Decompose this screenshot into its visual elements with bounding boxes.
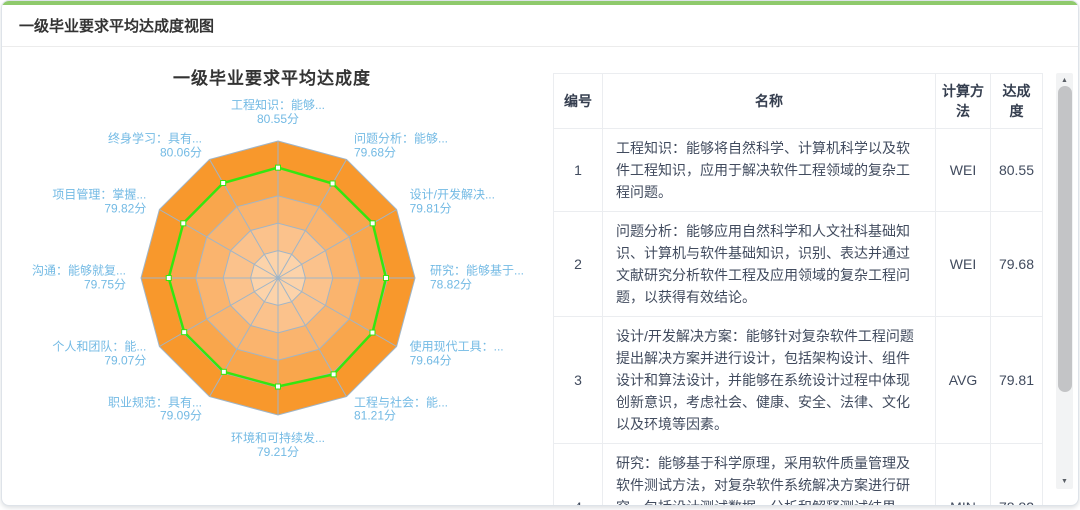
table-header-cell: 计算方法 xyxy=(936,74,991,129)
radar-data-point xyxy=(370,221,375,226)
radar-axis-label: 项目管理：掌握...79.82分 xyxy=(52,189,146,216)
radar-axis-name: 环境和可持续发... xyxy=(231,431,325,445)
table-header-cell: 编号 xyxy=(554,74,603,129)
requirements-table-panel: 编号名称计算方法达成度 1工程知识：能够将自然科学、计算机科学以及软件工程知识，… xyxy=(553,73,1042,506)
table-cell-no: 4 xyxy=(554,444,603,507)
table-cell-method: WEI xyxy=(936,129,991,212)
table-cell-name: 工程知识：能够将自然科学、计算机科学以及软件工程知识，应用于解决软件工程领域的复… xyxy=(603,129,936,212)
card-header: 一级毕业要求平均达成度视图 xyxy=(2,5,1078,47)
radar-data-point xyxy=(221,181,226,186)
table-cell-no: 3 xyxy=(554,317,603,444)
radar-axis-score: 79.82分 xyxy=(52,202,146,216)
requirements-table: 编号名称计算方法达成度 1工程知识：能够将自然科学、计算机科学以及软件工程知识，… xyxy=(553,73,1043,506)
radar-data-point xyxy=(383,276,388,281)
table-cell-method: AVG xyxy=(936,317,991,444)
radar-axis-score: 81.21分 xyxy=(354,410,448,424)
table-scrollbar[interactable]: ▲ ▼ xyxy=(1056,73,1073,489)
table-header-cell: 名称 xyxy=(603,74,936,129)
radar-axis-label: 职业规范：具有...79.09分 xyxy=(108,396,202,423)
table-cell-score: 79.68 xyxy=(991,212,1043,317)
radar-data-point xyxy=(330,181,335,186)
table-cell-score: 79.81 xyxy=(991,317,1043,444)
radar-data-point xyxy=(331,372,336,377)
scrollbar-thumb[interactable] xyxy=(1058,86,1072,392)
radar-axis-label: 沟通：能够就复...79.75分 xyxy=(32,265,126,292)
table-cell-name: 研究：能够基于科学原理，采用软件质量管理及软件测试方法，对复杂软件系统解决方案进… xyxy=(603,444,936,507)
dashboard-card: 一级毕业要求平均达成度视图 一级毕业要求平均达成度 工程知识：能够...80.5… xyxy=(1,0,1079,506)
scroll-down-icon[interactable]: ▼ xyxy=(1056,474,1073,489)
radar-axis-score: 79.07分 xyxy=(52,354,146,368)
radar-axis-label: 工程知识：能够...80.55分 xyxy=(231,99,325,126)
radar-axis-label: 个人和团队：能...79.07分 xyxy=(52,341,146,368)
radar-axis-score: 80.55分 xyxy=(231,113,325,127)
radar-chart-panel: 一级毕业要求平均达成度 工程知识：能够...80.55分问题分析：能够...79… xyxy=(2,47,542,506)
radar-data-point xyxy=(181,221,186,226)
radar-center-dot xyxy=(276,276,280,280)
radar-axis-name: 个人和团队：能... xyxy=(52,340,146,354)
table-cell-score: 80.55 xyxy=(991,129,1043,212)
radar-axis-score: 79.09分 xyxy=(108,410,202,424)
radar-axis-name: 问题分析：能够... xyxy=(354,132,448,146)
radar-data-point xyxy=(166,276,171,281)
radar-axis-score: 79.68分 xyxy=(354,146,448,160)
radar-axis-name: 终身学习：具有... xyxy=(108,132,202,146)
table-cell-no: 2 xyxy=(554,212,603,317)
table-row: 1工程知识：能够将自然科学、计算机科学以及软件工程知识，应用于解决软件工程领域的… xyxy=(554,129,1043,212)
radar-data-point xyxy=(276,165,281,170)
radar-axis-label: 终身学习：具有...80.06分 xyxy=(108,133,202,160)
table-cell-method: MIN xyxy=(936,444,991,507)
radar-axis-name: 职业规范：具有... xyxy=(108,395,202,409)
radar-axis-label: 研究：能够基于...78.82分 xyxy=(430,265,524,292)
radar-axis-name: 工程与社会：能... xyxy=(354,395,448,409)
radar-axis-score: 80.06分 xyxy=(108,146,202,160)
radar-axis-label: 问题分析：能够...79.68分 xyxy=(354,133,448,160)
radar-data-point xyxy=(370,330,375,335)
radar-data-point xyxy=(182,330,187,335)
radar-axis-score: 79.64分 xyxy=(410,354,504,368)
radar-axis-score: 78.82分 xyxy=(430,278,524,292)
radar-axis-name: 研究：能够基于... xyxy=(430,264,524,278)
table-cell-name: 设计/开发解决方案：能够针对复杂软件工程问题提出解决方案并进行设计，包括架构设计… xyxy=(603,317,936,444)
table-row: 3设计/开发解决方案：能够针对复杂软件工程问题提出解决方案并进行设计，包括架构设… xyxy=(554,317,1043,444)
radar-axis-label: 工程与社会：能...81.21分 xyxy=(354,396,448,423)
radar-axis-score: 79.21分 xyxy=(231,446,325,460)
radar-axis-label: 设计/开发解决...79.81分 xyxy=(410,189,495,216)
radar-axis-name: 沟通：能够就复... xyxy=(32,264,126,278)
radar-axis-name: 使用现代工具：... xyxy=(410,340,504,354)
radar-axis-score: 79.81分 xyxy=(410,202,495,216)
radar-data-point xyxy=(221,369,226,374)
radar-axis-score: 79.75分 xyxy=(32,278,126,292)
table-row: 4研究：能够基于科学原理，采用软件质量管理及软件测试方法，对复杂软件系统解决方案… xyxy=(554,444,1043,507)
table-cell-method: WEI xyxy=(936,212,991,317)
radar-data-point xyxy=(276,384,281,389)
radar-axis-label: 环境和可持续发...79.21分 xyxy=(231,432,325,459)
table-header-cell: 达成度 xyxy=(991,74,1043,129)
table-cell-score: 78.82 xyxy=(991,444,1043,507)
radar-axis-name: 项目管理：掌握... xyxy=(52,188,146,202)
table-cell-no: 1 xyxy=(554,129,603,212)
radar-axis-name: 设计/开发解决... xyxy=(410,188,495,202)
radar-axis-name: 工程知识：能够... xyxy=(231,98,325,112)
radar-axis-label: 使用现代工具：...79.64分 xyxy=(410,341,504,368)
table-header-row: 编号名称计算方法达成度 xyxy=(554,74,1043,129)
page-title: 一级毕业要求平均达成度视图 xyxy=(19,15,214,36)
table-row: 2问题分析：能够应用自然科学和人文社科基础知识、计算机与软件基础知识，识别、表达… xyxy=(554,212,1043,317)
table-cell-name: 问题分析：能够应用自然科学和人文社科基础知识、计算机与软件基础知识，识别、表达并… xyxy=(603,212,936,317)
